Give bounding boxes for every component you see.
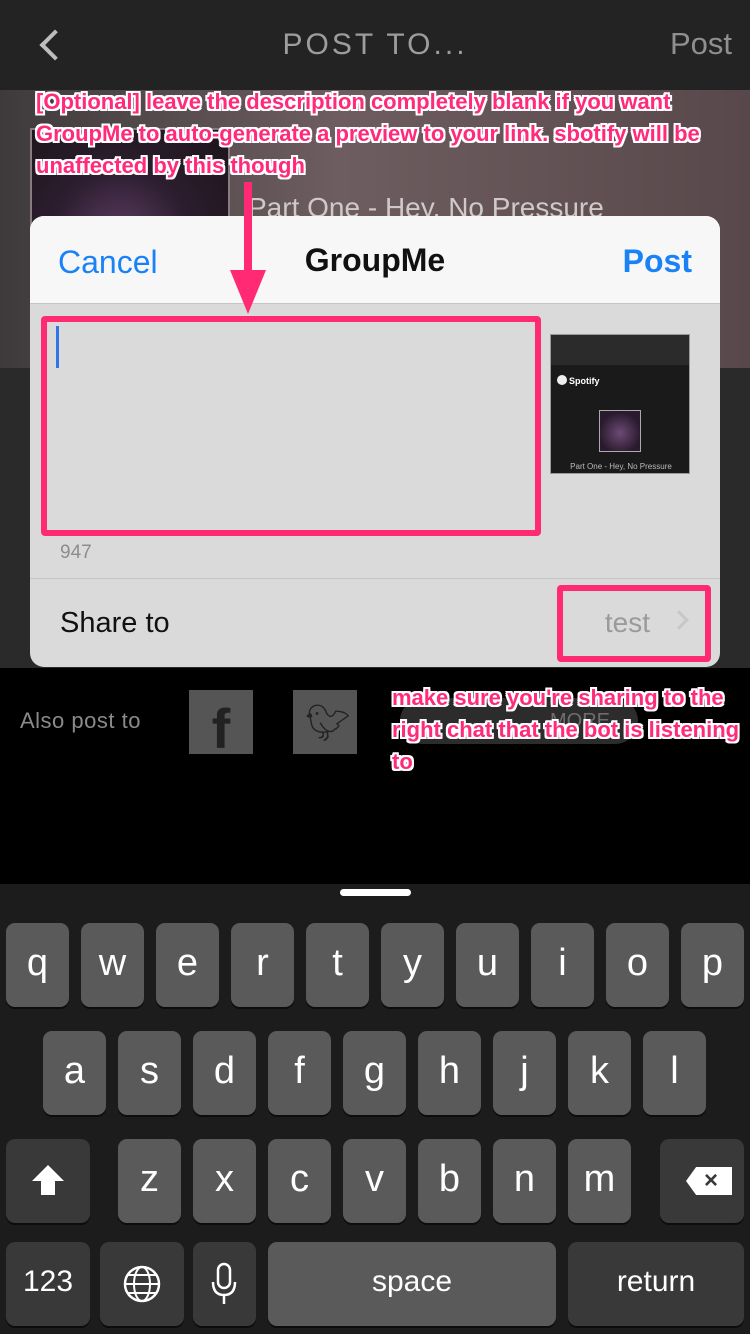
annotation-top-note: [Optional] leave the description complet…	[36, 89, 700, 178]
key-v[interactable]: v	[343, 1139, 406, 1223]
annotation-bottom-note: make sure you're sharing to the right ch…	[392, 685, 740, 774]
share-to-highlight	[557, 585, 711, 662]
description-highlight	[41, 316, 541, 536]
globe-icon	[123, 1265, 161, 1303]
key-u[interactable]: u	[456, 923, 519, 1007]
shift-key[interactable]	[6, 1139, 90, 1223]
delete-key[interactable]: ×	[660, 1139, 744, 1223]
key-x[interactable]: x	[193, 1139, 256, 1223]
preview-banner	[551, 335, 689, 365]
annotation-arrow	[244, 182, 252, 278]
key-q[interactable]: q	[6, 923, 69, 1007]
key-w[interactable]: w	[81, 923, 144, 1007]
space-key[interactable]: space	[268, 1242, 556, 1326]
facebook-toggle[interactable]: f	[189, 690, 253, 754]
delete-icon: ×	[686, 1167, 732, 1195]
preview-brand: Spotify	[557, 375, 600, 386]
link-preview-thumbnail: Spotify Part One - Hey, No Pressure	[550, 334, 690, 474]
key-b[interactable]: b	[418, 1139, 481, 1223]
preview-caption: Part One - Hey, No Pressure	[570, 462, 672, 471]
key-j[interactable]: j	[493, 1031, 556, 1115]
keyboard: q w e r t y u i o p a s d f g h j k l z …	[0, 884, 750, 1334]
share-to-label: Share to	[60, 607, 170, 639]
key-p[interactable]: p	[681, 923, 744, 1007]
microphone-icon	[211, 1262, 237, 1304]
globe-key[interactable]	[100, 1242, 184, 1326]
key-z[interactable]: z	[118, 1139, 181, 1223]
key-i[interactable]: i	[531, 923, 594, 1007]
key-n[interactable]: n	[493, 1139, 556, 1223]
key-h[interactable]: h	[418, 1031, 481, 1115]
keyboard-handle[interactable]	[340, 889, 411, 896]
key-m[interactable]: m	[568, 1139, 631, 1223]
key-a[interactable]: a	[43, 1031, 106, 1115]
nav-bar: POST TO... Post	[0, 0, 750, 90]
spotify-icon	[557, 375, 567, 385]
twitter-icon: 🐦︎	[305, 702, 351, 743]
shift-icon	[32, 1165, 64, 1195]
page-title: POST TO...	[282, 28, 468, 61]
key-f[interactable]: f	[268, 1031, 331, 1115]
key-k[interactable]: k	[568, 1031, 631, 1115]
facebook-icon: f	[211, 697, 231, 754]
also-post-label: Also post to	[20, 708, 141, 733]
post-button[interactable]: Post	[623, 243, 692, 280]
key-c[interactable]: c	[268, 1139, 331, 1223]
key-y[interactable]: y	[381, 923, 444, 1007]
return-key[interactable]: return	[568, 1242, 744, 1326]
key-d[interactable]: d	[193, 1031, 256, 1115]
sheet-title: GroupMe	[304, 242, 446, 278]
key-t[interactable]: t	[306, 923, 369, 1007]
numbers-key[interactable]: 123	[6, 1242, 90, 1326]
key-l[interactable]: l	[643, 1031, 706, 1115]
key-g[interactable]: g	[343, 1031, 406, 1115]
preview-brand-label: Spotify	[569, 376, 600, 386]
annotation-arrow-head	[230, 270, 266, 314]
key-s[interactable]: s	[118, 1031, 181, 1115]
key-o[interactable]: o	[606, 923, 669, 1007]
preview-album-art	[599, 410, 641, 452]
sheet-header: Cancel GroupMe Post	[30, 216, 720, 304]
twitter-toggle[interactable]: 🐦︎	[293, 690, 357, 754]
key-e[interactable]: e	[156, 923, 219, 1007]
nav-post-button[interactable]: Post	[670, 26, 732, 62]
character-count: 947	[60, 542, 92, 563]
microphone-key[interactable]	[193, 1242, 256, 1326]
key-r[interactable]: r	[231, 923, 294, 1007]
